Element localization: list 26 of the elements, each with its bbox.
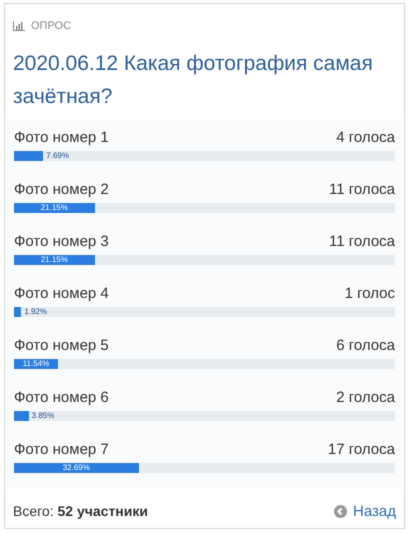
- option-name: Фото номер 5: [14, 336, 109, 356]
- option-name: Фото номер 1: [14, 128, 109, 148]
- poll-title: 2020.06.12 Какая фотография самая зачётная?: [12, 50, 374, 110]
- option-name: Фото номер 2: [14, 180, 109, 200]
- bar-chart-icon: [13, 21, 25, 32]
- back-link[interactable]: Назад: [334, 500, 396, 523]
- vote-count: 17 голоса: [328, 440, 395, 460]
- poll-label: ОПРОС: [31, 19, 72, 34]
- option-name: Фото номер 6: [14, 388, 109, 408]
- option-name: Фото номер 7: [14, 440, 109, 460]
- percent-label: 21.15%: [40, 254, 69, 264]
- option-name: Фото номер 3: [14, 232, 109, 252]
- percent-label: 1.92%: [24, 306, 47, 316]
- vote-count: 4 голоса: [336, 128, 395, 148]
- percent-label: 11.54%: [22, 358, 50, 368]
- vote-count: 6 голоса: [336, 336, 395, 356]
- percent-label: 7.69%: [46, 150, 69, 160]
- option-name: Фото номер 4: [14, 284, 109, 304]
- vote-count: 1 голос: [344, 284, 395, 304]
- vote-count: 11 голоса: [329, 232, 395, 252]
- percent-label: 32.69%: [62, 462, 91, 472]
- total-participants: Всего: 52 участники: [13, 502, 148, 522]
- vote-count: 2 голоса: [336, 388, 395, 408]
- percent-label: 3.85%: [32, 410, 54, 420]
- vote-count: 11 голоса: [329, 180, 395, 200]
- percent-label: 21.15%: [40, 202, 69, 212]
